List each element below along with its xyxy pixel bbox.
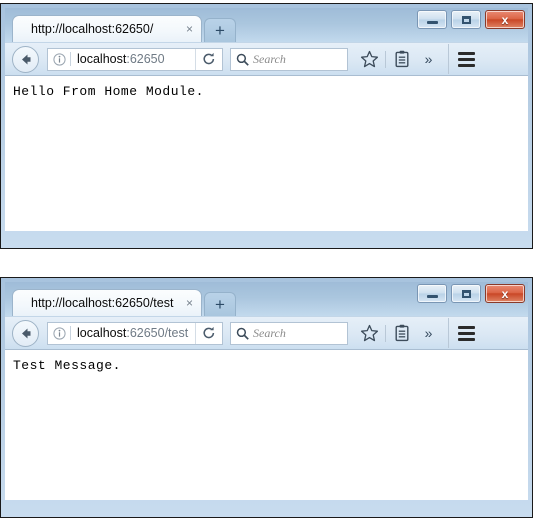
page-body-text: Hello From Home Module. [13, 84, 204, 99]
browser-tab[interactable]: http://localhost:62650/ × [12, 15, 202, 42]
overflow-button[interactable]: » [415, 320, 442, 346]
tab-title: http://localhost:62650/test [31, 296, 174, 310]
identity-info-icon[interactable] [48, 52, 70, 66]
hamburger-icon [458, 51, 475, 67]
close-icon: x [501, 12, 509, 27]
address-bar[interactable]: localhost:62650 [47, 47, 223, 71]
minimize-button[interactable] [417, 10, 447, 29]
titlebar: x http://localhost:62650/ × + [5, 8, 528, 42]
tab-strip: http://localhost:62650/ × + [12, 15, 236, 42]
browser-window-test: x http://localhost:62650/test × + localh… [0, 277, 533, 518]
url-host: localhost [77, 52, 127, 66]
search-placeholder: Search [253, 325, 286, 340]
maximize-icon [461, 289, 471, 298]
plus-icon: + [215, 21, 225, 40]
tab-close-icon[interactable]: × [186, 297, 193, 309]
library-icon [395, 324, 409, 342]
search-icon [231, 327, 253, 340]
close-button[interactable]: x [485, 10, 525, 29]
toolbar-divider [385, 324, 386, 342]
url-host: localhost [77, 326, 127, 340]
url-path: :62650/test [126, 326, 189, 340]
bookmark-star-button[interactable] [356, 46, 383, 72]
star-icon [360, 50, 379, 67]
url-path: :62650 [126, 52, 165, 66]
screenshot-root: x http://localhost:62650/ × + localhost:… [0, 0, 533, 519]
address-bar-text: localhost:62650/test [71, 326, 195, 340]
minimize-icon [426, 21, 438, 24]
close-icon: x [501, 286, 509, 301]
tab-strip: http://localhost:62650/test × + [12, 289, 236, 316]
star-icon [360, 324, 379, 341]
reload-button[interactable] [195, 322, 222, 344]
overflow-button[interactable]: » [415, 46, 442, 72]
new-tab-button[interactable]: + [204, 18, 236, 42]
page-content: Hello From Home Module. [5, 76, 528, 231]
app-menu-button[interactable] [453, 320, 480, 346]
browser-tab[interactable]: http://localhost:62650/test × [12, 289, 202, 316]
window-inner: x http://localhost:62650/test × + localh… [5, 282, 528, 513]
back-button[interactable] [12, 45, 39, 73]
window-controls: x [417, 284, 525, 303]
search-box[interactable]: Search [230, 47, 348, 71]
double-chevron-icon: » [424, 325, 433, 341]
library-button[interactable] [388, 320, 415, 346]
bookmark-star-button[interactable] [356, 320, 383, 346]
search-box[interactable]: Search [230, 321, 348, 345]
reload-icon [203, 326, 215, 339]
reload-icon [203, 52, 215, 65]
minimize-icon [426, 295, 438, 298]
maximize-button[interactable] [451, 10, 481, 29]
maximize-button[interactable] [451, 284, 481, 303]
toolbar-divider-tall [448, 318, 449, 348]
window-controls: x [417, 10, 525, 29]
back-button[interactable] [12, 319, 39, 347]
minimize-button[interactable] [417, 284, 447, 303]
search-icon [231, 53, 253, 66]
navigation-toolbar: localhost:62650 Search » [5, 42, 528, 76]
browser-window-home: x http://localhost:62650/ × + localhost:… [0, 3, 533, 249]
navigation-toolbar: localhost:62650/test Search » [5, 316, 528, 350]
close-button[interactable]: x [485, 284, 525, 303]
reload-button[interactable] [195, 48, 222, 70]
address-bar[interactable]: localhost:62650/test [47, 321, 223, 345]
window-inner: x http://localhost:62650/ × + localhost:… [5, 8, 528, 244]
plus-icon: + [215, 295, 225, 314]
toolbar-divider [385, 50, 386, 68]
toolbar-icon-group: » [356, 44, 524, 74]
titlebar: x http://localhost:62650/test × + [5, 282, 528, 316]
identity-info-icon[interactable] [48, 326, 70, 340]
search-placeholder: Search [253, 51, 286, 66]
back-arrow-icon [22, 54, 31, 64]
tab-close-icon[interactable]: × [186, 23, 193, 35]
page-body-text: Test Message. [13, 358, 121, 373]
page-content: Test Message. [5, 350, 528, 500]
back-arrow-icon [22, 328, 31, 338]
hamburger-icon [458, 325, 475, 341]
maximize-icon [461, 15, 471, 24]
library-icon [395, 50, 409, 68]
tab-title: http://localhost:62650/ [31, 22, 154, 36]
new-tab-button[interactable]: + [204, 292, 236, 316]
toolbar-icon-group: » [356, 318, 524, 348]
toolbar-divider-tall [448, 44, 449, 74]
double-chevron-icon: » [424, 51, 433, 67]
address-bar-text: localhost:62650 [71, 52, 195, 66]
library-button[interactable] [388, 46, 415, 72]
app-menu-button[interactable] [453, 46, 480, 72]
